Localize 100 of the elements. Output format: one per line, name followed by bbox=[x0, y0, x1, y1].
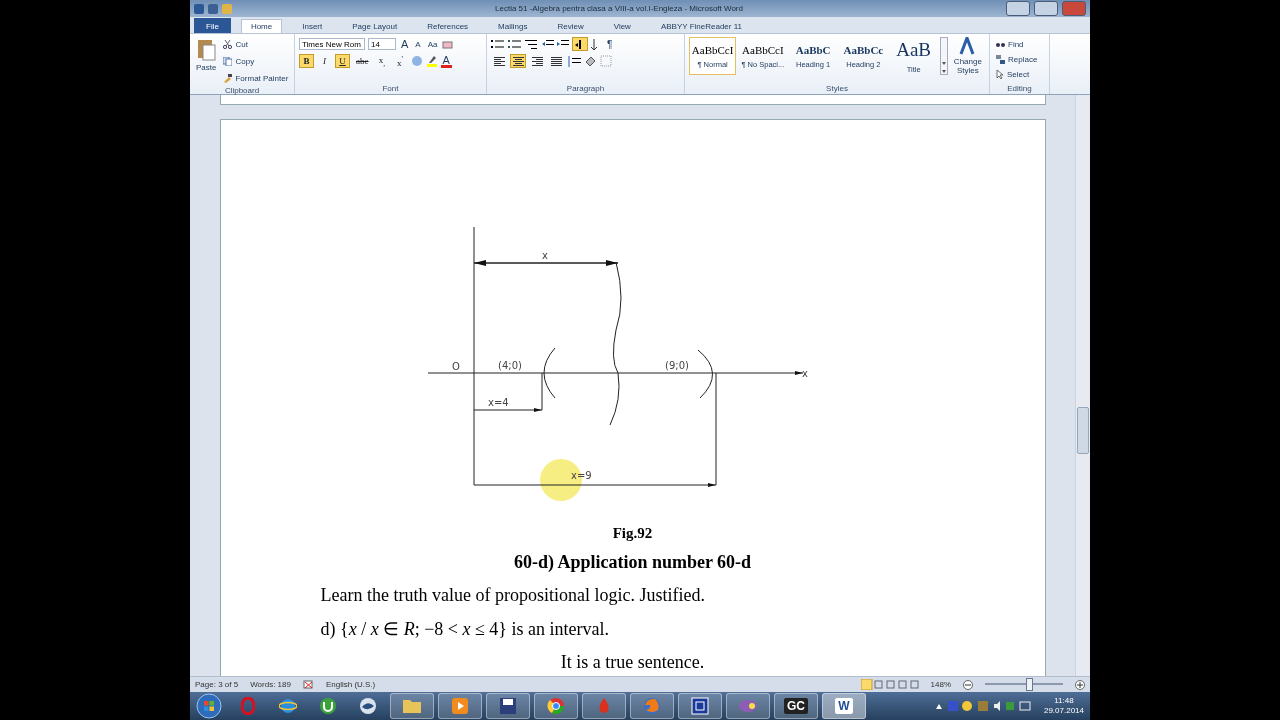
pointer-icon bbox=[996, 69, 1004, 79]
show-marks-button[interactable]: ¶ bbox=[605, 37, 615, 51]
font-color-button[interactable]: A bbox=[440, 54, 452, 68]
tray-icons[interactable] bbox=[933, 700, 1034, 712]
vertical-scrollbar[interactable] bbox=[1075, 95, 1090, 676]
globe-icon bbox=[279, 697, 297, 715]
align-button[interactable] bbox=[510, 54, 526, 68]
zoom-level[interactable]: 148% bbox=[930, 680, 951, 689]
group-label: Paragraph bbox=[565, 83, 606, 94]
taskbar-button[interactable] bbox=[486, 693, 530, 719]
file-tab[interactable]: File bbox=[194, 18, 231, 33]
highlighter-icon[interactable] bbox=[425, 55, 438, 67]
scroll-arrows-icon[interactable] bbox=[940, 37, 948, 75]
paste-button[interactable]: Paste bbox=[194, 37, 219, 85]
taskbar-button[interactable]: GC bbox=[774, 693, 818, 719]
format-toggle[interactable]: x$_{,}$ bbox=[374, 54, 390, 68]
play-icon bbox=[451, 697, 469, 715]
align-icon bbox=[512, 56, 524, 66]
bird-icon bbox=[359, 697, 377, 715]
ribbon-tab[interactable]: Home bbox=[240, 19, 283, 33]
numbering-icon[interactable] bbox=[508, 39, 522, 49]
decrease-indent-icon[interactable] bbox=[542, 39, 554, 49]
taskbar-button[interactable] bbox=[678, 693, 722, 719]
format-toggle[interactable]: B bbox=[299, 54, 314, 68]
copy-button[interactable]: Copy bbox=[221, 54, 291, 68]
format-toggle[interactable]: x$^{'}$ bbox=[392, 54, 408, 68]
format-toggle[interactable]: I bbox=[317, 54, 332, 68]
text-direction-button[interactable] bbox=[572, 37, 588, 51]
find-button[interactable]: Find bbox=[994, 37, 1040, 51]
ribbon-tab[interactable]: Page Layout bbox=[342, 19, 408, 33]
align-button[interactable] bbox=[548, 54, 564, 68]
point-label: (4;0) bbox=[497, 360, 522, 371]
view-buttons-icon[interactable] bbox=[860, 679, 919, 690]
maximize-button[interactable] bbox=[1034, 1, 1058, 16]
start-button[interactable] bbox=[196, 693, 222, 719]
format-toggle[interactable]: U bbox=[335, 54, 350, 68]
dimension-line bbox=[473, 408, 542, 412]
align-icon bbox=[550, 56, 562, 66]
section-heading: 60-d) Application number 60-d bbox=[513, 552, 752, 573]
cut-button[interactable]: Cut bbox=[221, 37, 291, 51]
align-button[interactable] bbox=[491, 54, 507, 68]
taskbar-button[interactable] bbox=[438, 693, 482, 719]
ribbon-tab[interactable]: Review bbox=[547, 19, 594, 33]
change-styles-button[interactable]: Change Styles bbox=[950, 37, 985, 83]
ring-icon bbox=[241, 697, 255, 715]
grow-font-button[interactable]: A bbox=[399, 37, 411, 51]
font-name-field[interactable]: Times New Rom bbox=[299, 38, 365, 50]
circle-icon bbox=[319, 697, 337, 715]
format-painter-button[interactable]: Format Painter bbox=[221, 71, 291, 85]
format-toggle[interactable]: abe bbox=[353, 54, 372, 68]
zoom-in-icon[interactable] bbox=[1075, 679, 1085, 690]
copy-icon bbox=[223, 56, 233, 66]
word-count[interactable]: Words: 189 bbox=[250, 680, 291, 689]
proofing-icon[interactable] bbox=[302, 679, 314, 690]
bullets-icon[interactable] bbox=[491, 39, 505, 49]
ribbon-tab[interactable]: Insert bbox=[292, 19, 333, 33]
group-label: Clipboard bbox=[223, 85, 261, 96]
arc bbox=[697, 349, 713, 399]
wheel-icon bbox=[547, 697, 565, 715]
window-title: Lectia 51 -Algebra pentra clasa a VIII-a vol.I-Engleza - Microsoft Word bbox=[494, 4, 744, 13]
ribbon-tab[interactable]: ABBYY FineReader 11 bbox=[650, 19, 752, 33]
select-button[interactable]: Select bbox=[994, 67, 1040, 81]
replace-button[interactable]: Replace bbox=[994, 52, 1040, 66]
zoom-slider-thumb[interactable] bbox=[1025, 678, 1033, 691]
shading-icon[interactable] bbox=[584, 55, 597, 67]
font-size-field[interactable]: 14 bbox=[368, 38, 396, 50]
group-label: Font bbox=[381, 83, 400, 94]
scroll-thumb[interactable] bbox=[1077, 407, 1089, 454]
line-spacing-icon[interactable] bbox=[567, 55, 581, 67]
group-label: Styles bbox=[825, 83, 849, 94]
increase-indent-icon[interactable] bbox=[557, 39, 569, 49]
multilevel-list-icon[interactable] bbox=[525, 39, 539, 49]
shrink-font-button[interactable]: A bbox=[413, 37, 423, 51]
clock-date[interactable]: 29.07.2014 bbox=[1043, 706, 1084, 716]
paragraph: Learn the truth value of propositional logic. Justified. bbox=[320, 585, 705, 606]
eraser-icon[interactable] bbox=[442, 38, 454, 50]
folder-icon bbox=[402, 698, 422, 714]
ribbon-tab[interactable]: References bbox=[417, 19, 479, 33]
paragraph: d) {x / x ∈ R; −8 < x ≤ 4} is an interval. bbox=[320, 618, 609, 640]
change-case-button[interactable]: Aa bbox=[425, 37, 440, 51]
paragraph: It is a true sentence. bbox=[560, 652, 705, 673]
zoom-out-icon[interactable] bbox=[963, 679, 973, 690]
align-icon bbox=[531, 56, 543, 66]
figure-caption: Fig.92 bbox=[612, 525, 653, 542]
brush-icon bbox=[223, 73, 233, 83]
taskbar-button[interactable]: W bbox=[822, 693, 866, 719]
minimize-button[interactable] bbox=[1006, 1, 1030, 16]
scissors-icon bbox=[223, 39, 233, 49]
ribbon-tab[interactable]: View bbox=[603, 19, 641, 33]
page-count[interactable]: Page: 3 of 5 bbox=[195, 680, 239, 689]
replace-icon bbox=[996, 54, 1005, 64]
letter-a-icon bbox=[958, 37, 977, 55]
align-button[interactable] bbox=[529, 54, 545, 68]
clock-time[interactable]: 11:48 bbox=[1054, 696, 1074, 706]
binoculars-icon bbox=[996, 40, 1005, 48]
group-label: Editing bbox=[1006, 83, 1033, 94]
language[interactable]: English (U.S.) bbox=[325, 680, 376, 689]
vertical-line bbox=[541, 372, 542, 411]
align-icon bbox=[493, 56, 505, 66]
ribbon-tab[interactable]: Mailings bbox=[488, 19, 538, 33]
